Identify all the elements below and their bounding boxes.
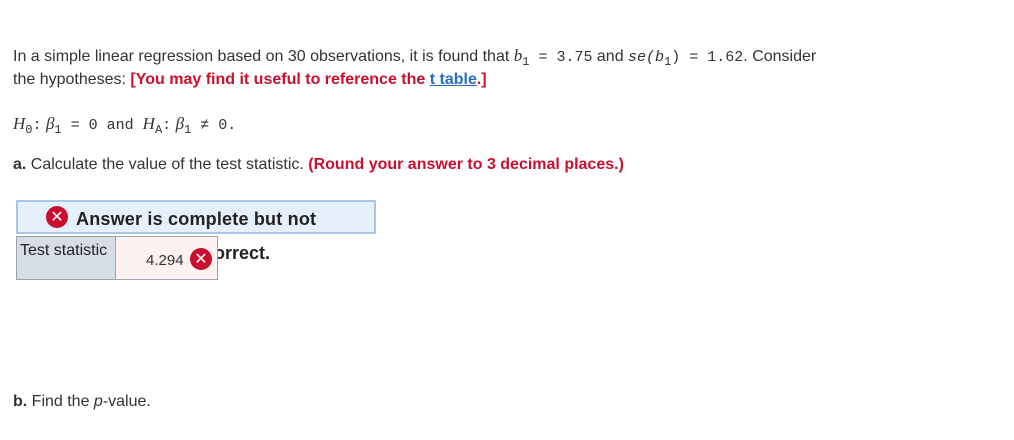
test-statistic-answer-cell[interactable]: 4.294 ✕ — [116, 236, 218, 280]
part-a-label: a. — [13, 156, 27, 173]
se-close: ) — [671, 49, 681, 66]
part-a-instruction: (Round your answer to 3 decimal places.) — [308, 156, 624, 173]
ha-relation: ≠ 0. — [191, 117, 237, 134]
hypotheses-line: H0: β1 = 0 and HA: β1 ≠ 0. — [13, 114, 237, 137]
hint-close: .] — [476, 71, 487, 88]
intro-prefix: In a simple linear regression based on 3… — [13, 48, 514, 65]
b1-symbol: b — [513, 46, 523, 65]
part-b-text-prefix: Find the — [27, 393, 94, 410]
question-intro-line2: the hypotheses: [You may find it useful … — [13, 71, 487, 89]
part-b-p: p — [93, 393, 103, 410]
ha-colon: : — [162, 117, 172, 134]
incorrect-x-icon: ✕ — [190, 248, 212, 270]
banner-tail-text: orrect. — [218, 243, 271, 263]
feedback-banner-tail: orrect. — [218, 243, 278, 267]
test-statistic-label: Test statistic — [20, 242, 108, 259]
x-circle-icon: ✕ — [46, 206, 68, 228]
part-b-prompt: b. Find the p-value. — [13, 393, 151, 411]
b1-value: = 3.75 — [529, 49, 593, 66]
hint-open: [You may find it useful to reference the — [130, 71, 430, 88]
b1-subscript: 1 — [522, 55, 530, 69]
ha-symbol: H — [142, 114, 155, 133]
intro-suffix: . Consider — [743, 48, 817, 65]
t-table-link[interactable]: t table — [430, 71, 477, 88]
test-statistic-value: 4.294 — [146, 252, 184, 269]
beta-subscript: 1 — [54, 123, 62, 137]
hypotheses-lead: the hypotheses: — [13, 71, 131, 88]
part-a-prompt: a. Calculate the value of the test stati… — [13, 156, 624, 174]
feedback-banner-text: Answer is complete but not — [76, 209, 317, 229]
h0-relation: = 0 — [61, 117, 98, 134]
h0-colon: : — [32, 117, 42, 134]
feedback-banner: ✕ Answer is complete but not — [16, 200, 376, 234]
question-intro-line1: In a simple linear regression based on 3… — [13, 46, 817, 69]
ha-subscript: A — [154, 123, 163, 137]
se-subscript: 1 — [664, 55, 672, 69]
and-text: and — [592, 48, 629, 65]
h0-subscript: 0 — [25, 123, 33, 137]
beta-symbol-2: β — [175, 114, 185, 133]
part-b-text-suffix: -value. — [102, 393, 151, 410]
se-value: = 1.62 — [680, 49, 744, 66]
part-a-text: Calculate the value of the test statisti… — [26, 156, 309, 173]
test-statistic-label-cell: Test statistic — [16, 236, 116, 280]
and-word: and — [97, 117, 143, 134]
part-b-label: b. — [13, 393, 28, 410]
beta-subscript-2: 1 — [184, 123, 192, 137]
h0-symbol: H — [13, 114, 26, 133]
se-text: se(b — [628, 49, 665, 66]
